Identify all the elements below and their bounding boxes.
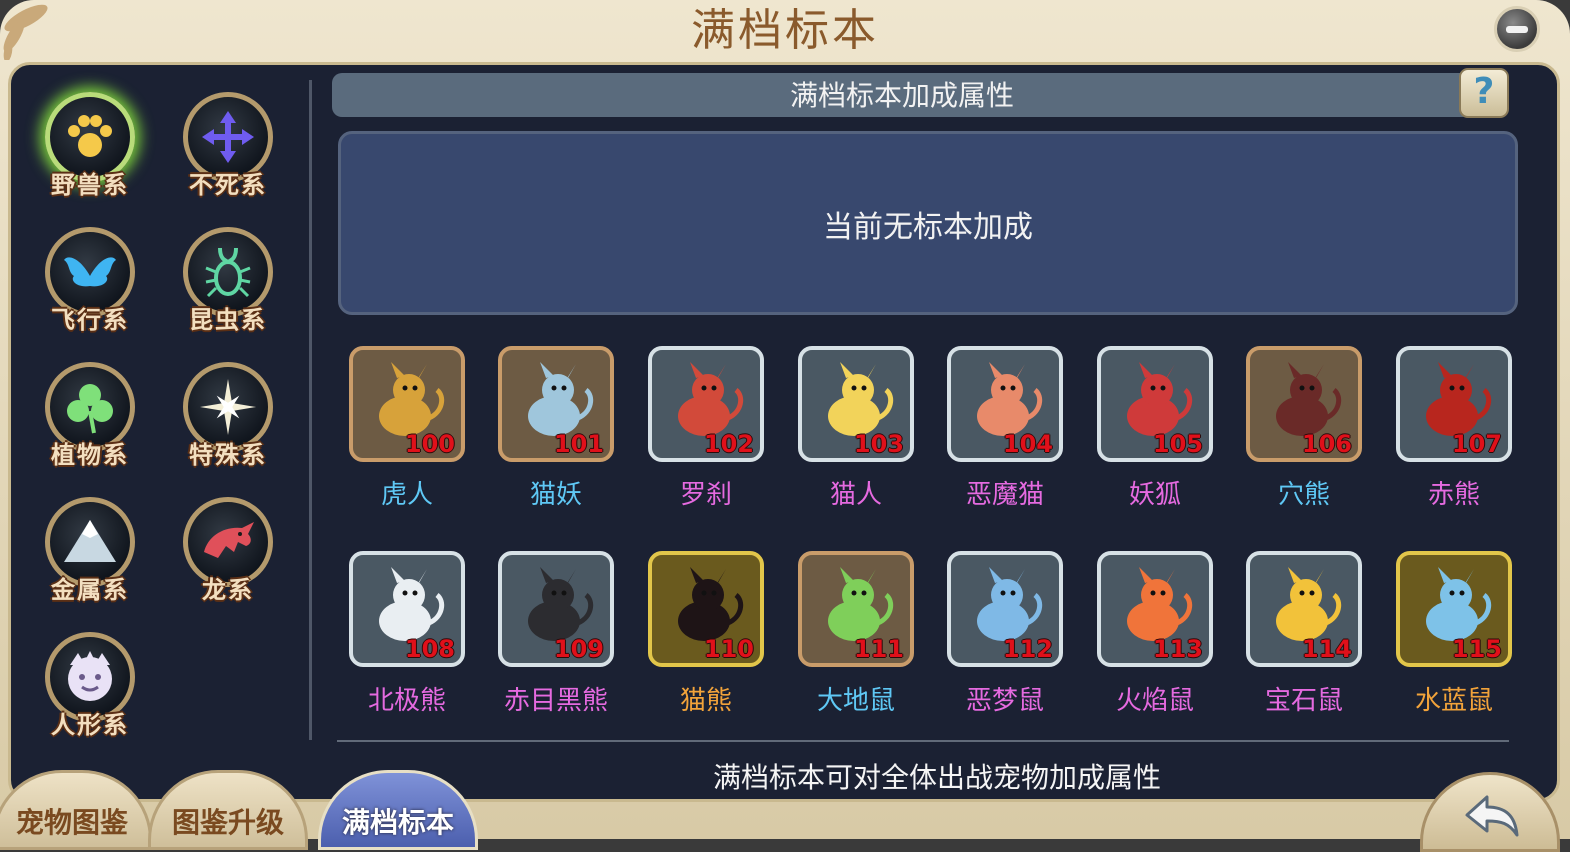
tab-label: 满档标本	[341, 806, 454, 839]
specimen-name: 水蓝鼠	[1414, 686, 1493, 716]
specimen-name: 北极熊	[367, 686, 446, 716]
specimen-number: 104	[1002, 430, 1053, 458]
tab-label: 宠物图鉴	[15, 806, 128, 839]
bonus-header-title: 满档标本加成属性	[789, 79, 1014, 112]
specimen-card[interactable]: 108	[349, 551, 465, 667]
specimen-name: 虎人	[380, 480, 433, 510]
specimen-number: 102	[703, 430, 754, 458]
category-label: 特殊系	[189, 441, 267, 469]
specimen-name: 罗刹	[679, 480, 732, 510]
specimen-number: 105	[1152, 430, 1203, 458]
category-label: 不死系	[189, 171, 267, 199]
cross-arrows-icon	[202, 111, 254, 163]
specimen-card[interactable]: 111	[798, 551, 914, 667]
specimen-name: 穴熊	[1277, 480, 1330, 510]
face-icon	[68, 651, 112, 701]
specimen-name: 宝石鼠	[1264, 686, 1343, 716]
clover-icon	[67, 384, 113, 434]
beetle-icon	[205, 247, 251, 298]
bonus-status-text: 当前无标本加成	[823, 210, 1033, 245]
mountain-icon	[64, 520, 116, 562]
specimen-card[interactable]: 105	[1097, 346, 1213, 462]
category-4[interactable]: 植物系	[30, 358, 150, 478]
help-button[interactable]: ?	[1459, 68, 1509, 118]
specimen-card[interactable]: 101	[498, 346, 614, 462]
specimen-number: 107	[1451, 430, 1502, 458]
specimen-card[interactable]: 110	[648, 551, 764, 667]
specimen-number: 110	[703, 635, 754, 663]
specimen-card[interactable]: 103	[798, 346, 914, 462]
specimen-number: 114	[1301, 635, 1352, 663]
specimen-name: 赤熊	[1427, 480, 1480, 510]
category-label: 飞行系	[51, 306, 129, 334]
wings-icon	[64, 257, 116, 287]
specimen-card[interactable]: 107	[1396, 346, 1512, 462]
specimen-card[interactable]: 104	[947, 346, 1063, 462]
category-7[interactable]: 龙系	[168, 493, 288, 613]
footer-hint: 满档标本可对全体出战宠物加成属性	[712, 761, 1161, 794]
category-8[interactable]: 人形系	[30, 628, 150, 748]
category-5[interactable]: 特殊系	[168, 358, 288, 478]
specimen-card[interactable]: 102	[648, 346, 764, 462]
specimen-name: 猫熊	[679, 686, 732, 716]
specimen-name: 妖狐	[1128, 480, 1181, 510]
star-burst-icon	[200, 379, 256, 435]
specimen-number: 103	[853, 430, 904, 458]
specimen-card[interactable]: 112	[947, 551, 1063, 667]
specimen-name: 猫妖	[529, 480, 582, 510]
specimen-name: 火焰鼠	[1115, 686, 1194, 716]
category-label: 植物系	[51, 441, 129, 469]
specimen-number: 101	[553, 430, 604, 458]
minimize-button[interactable]	[1494, 6, 1540, 52]
specimen-number: 106	[1301, 430, 1352, 458]
back-arrow-icon	[1465, 795, 1519, 837]
category-6[interactable]: 金属系	[30, 493, 150, 613]
tab-label: 图鉴升级	[171, 806, 284, 839]
specimen-name: 恶梦鼠	[965, 686, 1044, 716]
specimen-number: 112	[1002, 635, 1053, 663]
sidebar-divider	[309, 80, 312, 740]
specimen-card[interactable]: 100	[349, 346, 465, 462]
specimen-name: 恶魔猫	[965, 480, 1044, 510]
category-0[interactable]: 野兽系	[30, 88, 150, 208]
specimen-number: 100	[404, 430, 455, 458]
paw-icon	[68, 115, 112, 157]
specimen-card[interactable]: 113	[1097, 551, 1213, 667]
category-label: 金属系	[51, 576, 129, 604]
specimen-number: 115	[1451, 635, 1502, 663]
window-title: 满档标本	[691, 5, 879, 56]
category-3[interactable]: 昆虫系	[168, 223, 288, 343]
specimen-name: 赤目黑熊	[503, 686, 608, 716]
category-label: 野兽系	[51, 171, 129, 199]
category-label: 人形系	[51, 711, 129, 739]
specimen-name: 大地鼠	[816, 686, 895, 716]
specimen-card[interactable]: 115	[1396, 551, 1512, 667]
specimen-number: 108	[404, 635, 455, 663]
category-2[interactable]: 飞行系	[30, 223, 150, 343]
specimen-number: 113	[1152, 635, 1203, 663]
footer-divider	[337, 740, 1509, 742]
specimen-card[interactable]: 114	[1246, 551, 1362, 667]
category-label: 龙系	[202, 576, 254, 604]
specimen-number: 111	[853, 635, 904, 663]
specimen-card[interactable]: 106	[1246, 346, 1362, 462]
category-label: 昆虫系	[189, 306, 267, 334]
specimen-number: 109	[553, 635, 604, 663]
category-1[interactable]: 不死系	[168, 88, 288, 208]
dragon-icon	[204, 522, 254, 558]
specimen-name: 猫人	[829, 480, 882, 510]
specimen-card[interactable]: 109	[498, 551, 614, 667]
